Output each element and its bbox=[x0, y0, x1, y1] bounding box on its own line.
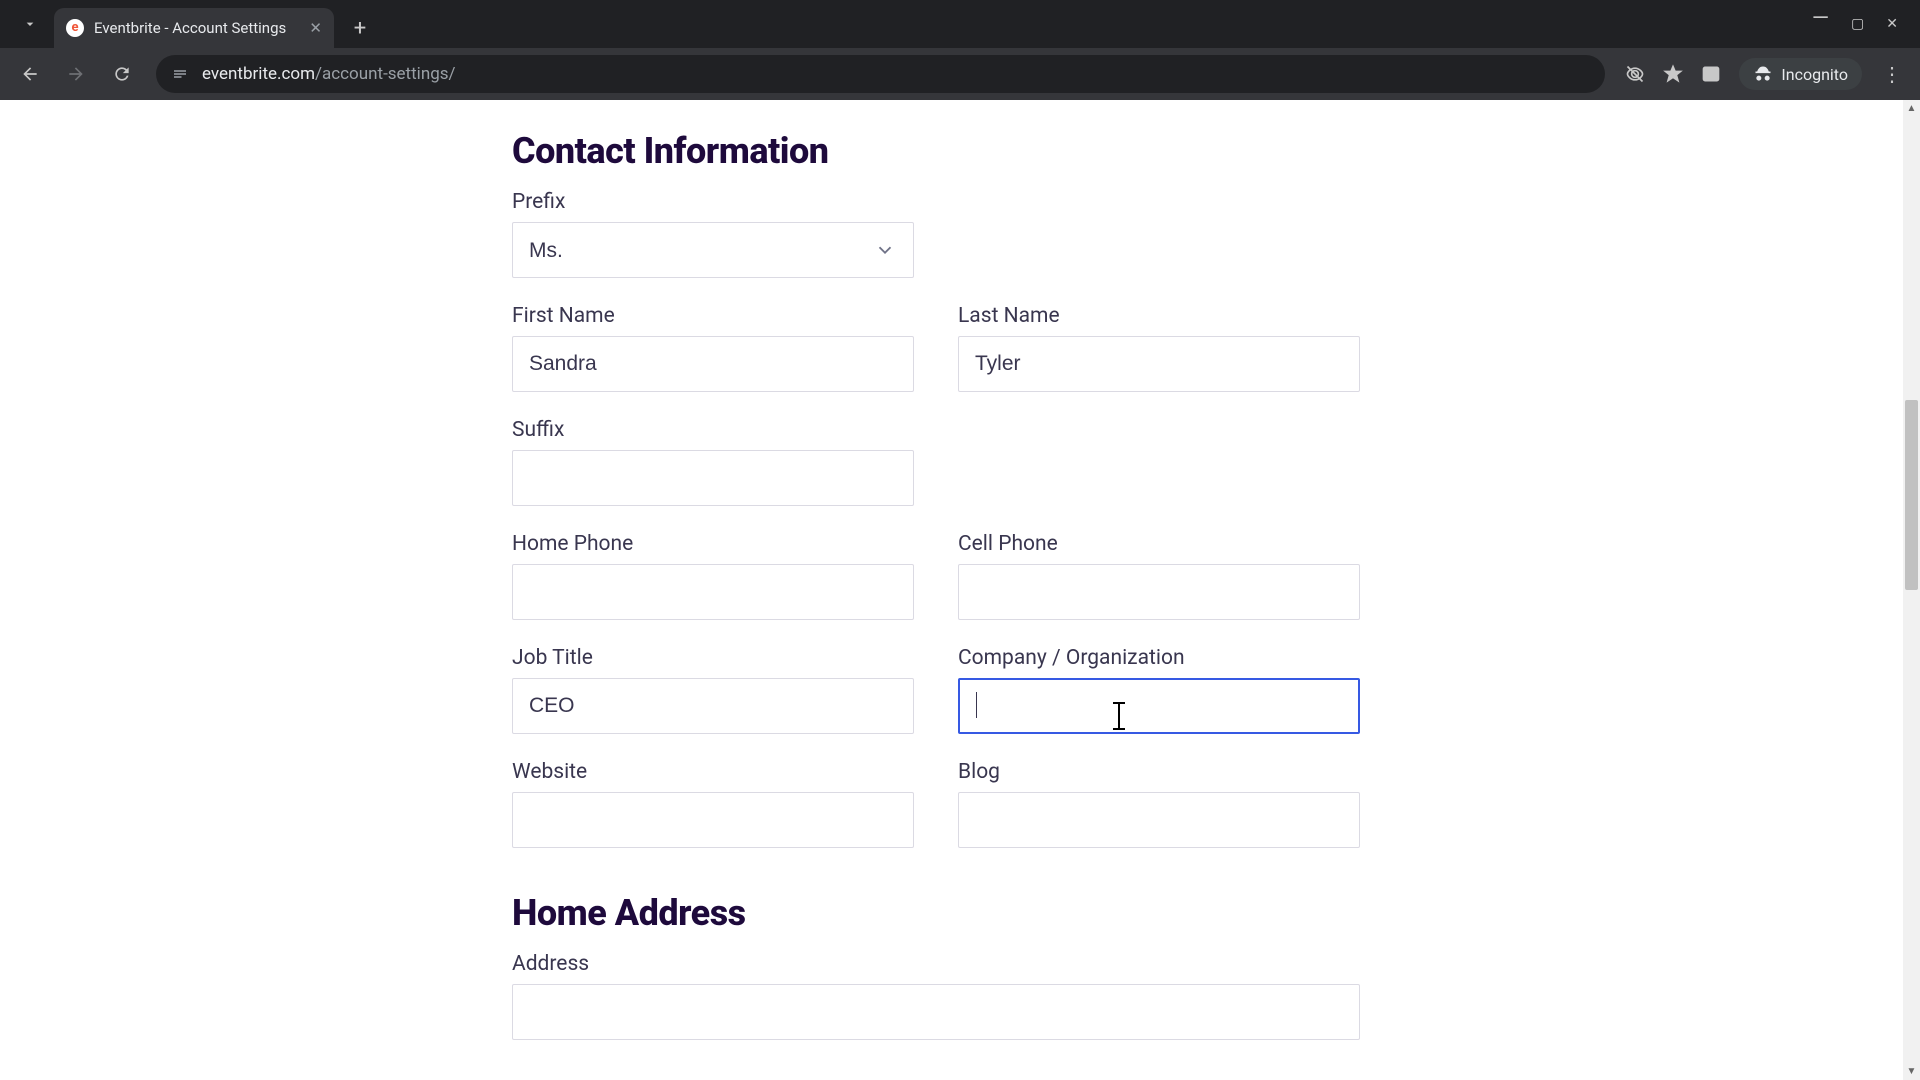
eventbrite-favicon: e bbox=[66, 19, 84, 37]
omnibox[interactable]: eventbrite.com/account-settings/ bbox=[156, 55, 1605, 93]
home-phone-input[interactable] bbox=[512, 564, 914, 620]
tab-strip: e Eventbrite - Account Settings ✕ + — ▢ … bbox=[0, 0, 1920, 48]
last-name-input[interactable] bbox=[958, 336, 1360, 392]
first-name-input[interactable] bbox=[512, 336, 914, 392]
text-caret bbox=[976, 692, 977, 718]
job-title-input[interactable] bbox=[512, 678, 914, 734]
browser-menu-button[interactable]: ⋮ bbox=[1874, 62, 1910, 86]
omnibox-url: eventbrite.com/account-settings/ bbox=[202, 64, 1591, 84]
nav-back-button[interactable] bbox=[10, 54, 50, 94]
cell-phone-label: Cell Phone bbox=[958, 532, 1360, 556]
suffix-label: Suffix bbox=[512, 418, 914, 442]
last-name-label: Last Name bbox=[958, 304, 1360, 328]
nav-reload-button[interactable] bbox=[102, 54, 142, 94]
company-label: Company / Organization bbox=[958, 646, 1360, 670]
scrollbar-thumb[interactable] bbox=[1905, 400, 1918, 590]
prefix-label: Prefix bbox=[512, 190, 914, 214]
page-viewport: Contact Information Prefix Ms. First Nam… bbox=[0, 100, 1920, 1080]
site-info-icon[interactable] bbox=[170, 64, 190, 84]
prefix-select[interactable]: Ms. bbox=[512, 222, 914, 278]
incognito-indicator[interactable]: Incognito bbox=[1739, 58, 1862, 90]
settings-sidebar bbox=[0, 100, 406, 1080]
tab-search-button[interactable] bbox=[12, 6, 48, 42]
address-label: Address bbox=[512, 952, 1360, 976]
blog-label: Blog bbox=[958, 760, 1360, 784]
window-minimize-button[interactable]: — bbox=[1812, 6, 1829, 31]
settings-form: Contact Information Prefix Ms. First Nam… bbox=[512, 100, 1872, 1066]
contact-info-heading: Contact Information bbox=[512, 130, 1872, 172]
bookmark-star-icon[interactable] bbox=[1657, 58, 1689, 90]
address-input[interactable] bbox=[512, 984, 1360, 1040]
blog-input[interactable] bbox=[958, 792, 1360, 848]
tracking-protection-icon[interactable] bbox=[1619, 58, 1651, 90]
new-tab-button[interactable]: + bbox=[344, 12, 376, 44]
window-close-button[interactable]: ✕ bbox=[1886, 16, 1898, 32]
home-address-heading: Home Address bbox=[512, 892, 1872, 934]
address-bar: eventbrite.com/account-settings/ Incogni… bbox=[0, 48, 1920, 100]
scroll-up-button[interactable]: ▲ bbox=[1903, 100, 1920, 117]
nav-forward-button[interactable] bbox=[56, 54, 96, 94]
mouse-cursor-ibeam bbox=[1118, 704, 1120, 728]
browser-tab-active[interactable]: e Eventbrite - Account Settings ✕ bbox=[54, 8, 334, 48]
window-controls: — ▢ ✕ bbox=[1812, 0, 1912, 48]
website-input[interactable] bbox=[512, 792, 914, 848]
first-name-label: First Name bbox=[512, 304, 914, 328]
cell-phone-input[interactable] bbox=[958, 564, 1360, 620]
incognito-label: Incognito bbox=[1781, 65, 1848, 84]
close-tab-icon[interactable]: ✕ bbox=[309, 19, 322, 37]
company-input[interactable] bbox=[958, 678, 1360, 734]
side-panel-icon[interactable] bbox=[1695, 58, 1727, 90]
scroll-down-button[interactable]: ▼ bbox=[1903, 1063, 1920, 1080]
tab-title: Eventbrite - Account Settings bbox=[94, 19, 299, 37]
home-phone-label: Home Phone bbox=[512, 532, 914, 556]
window-maximize-button[interactable]: ▢ bbox=[1851, 16, 1864, 32]
scrollbar-track[interactable]: ▲ ▼ bbox=[1903, 100, 1920, 1080]
website-label: Website bbox=[512, 760, 914, 784]
suffix-input[interactable] bbox=[512, 450, 914, 506]
job-title-label: Job Title bbox=[512, 646, 914, 670]
